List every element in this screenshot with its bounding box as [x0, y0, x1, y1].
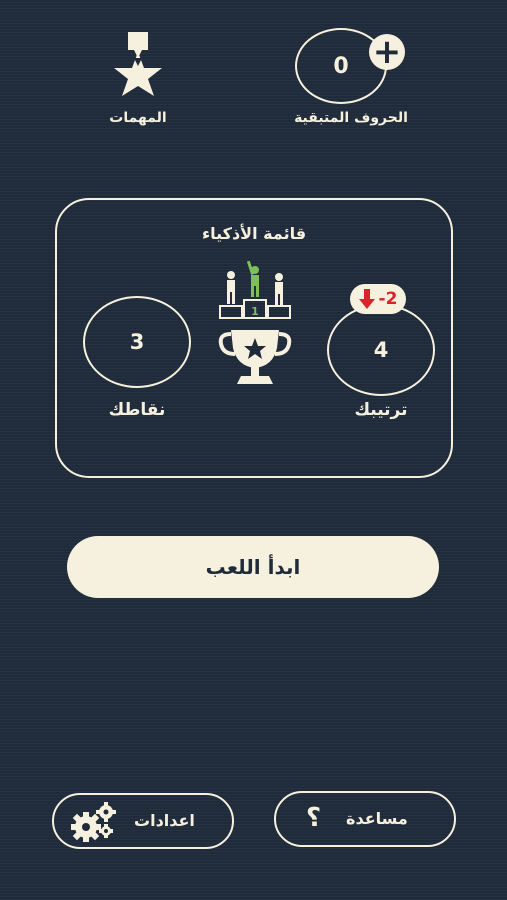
podium-first-place: 1: [251, 305, 259, 318]
rank-label: ترتيبك: [354, 400, 408, 420]
missions-label: المهمات: [109, 110, 167, 126]
settings-button[interactable]: اعدادات: [52, 793, 234, 849]
remaining-letters-label: الحروف المتبقية: [294, 110, 408, 126]
question-mark-icon: ؟: [306, 803, 322, 833]
leaderboard-title: قائمة الأذكياء: [201, 224, 307, 243]
rank-value: 4: [327, 304, 435, 396]
trophy-podium-icon: 1: [218, 260, 292, 384]
points-value: 3: [83, 296, 191, 388]
trophy-podium: 1: [217, 258, 293, 408]
arrow-down-icon: [358, 289, 375, 309]
start-game-button[interactable]: ابدأ اللعب: [67, 536, 439, 598]
settings-label: اعدادات: [134, 811, 195, 830]
points-label: نقاطك: [108, 400, 166, 420]
missions-widget[interactable]: المهمات: [98, 28, 178, 132]
leaderboard-card[interactable]: قائمة الأذكياء 3 نقاطك 4 ترتيبك -2 1: [55, 198, 453, 478]
star-badge-icon: [114, 32, 162, 96]
add-letters-icon[interactable]: +: [369, 34, 405, 70]
rank-change-value: -2: [378, 289, 398, 309]
help-label: مساعدة: [346, 809, 408, 828]
help-button[interactable]: ؟ مساعدة: [274, 791, 456, 847]
gears-icon: [71, 802, 116, 842]
rank-change-badge: -2: [350, 284, 406, 314]
remaining-letters-widget[interactable]: 0 + الحروف المتبقية: [293, 26, 413, 130]
